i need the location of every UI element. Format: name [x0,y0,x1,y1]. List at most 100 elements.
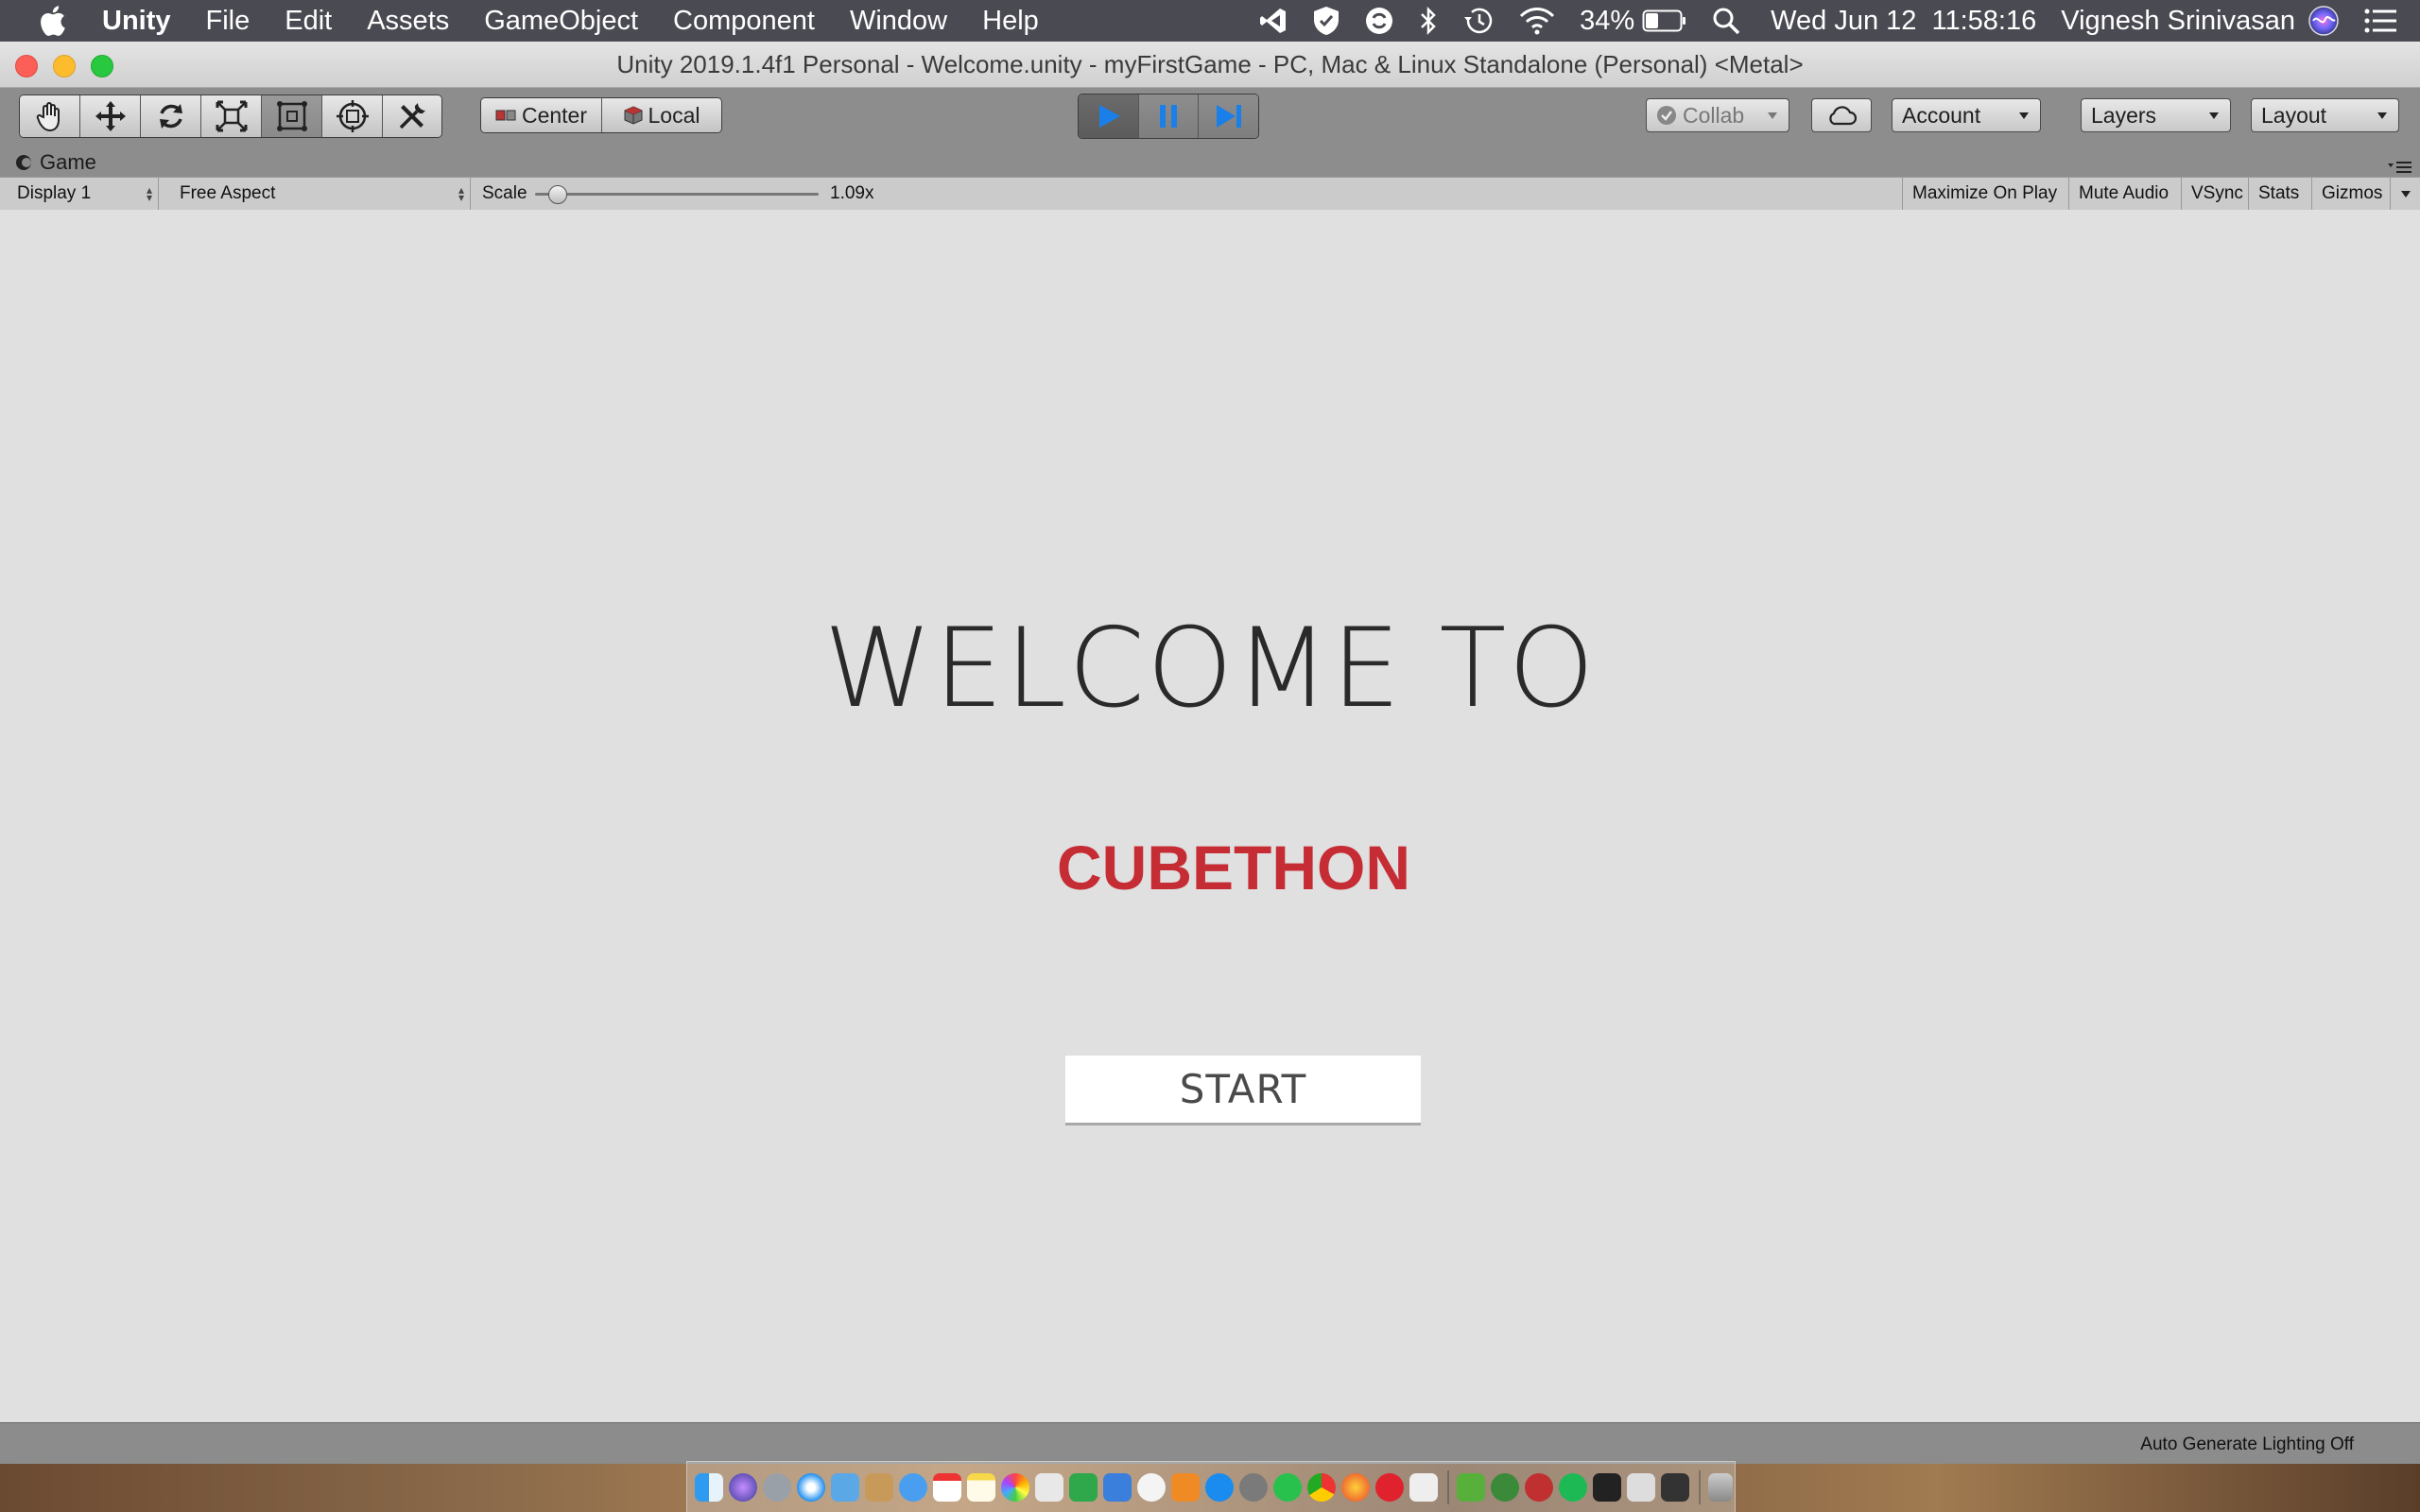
display-select[interactable]: Display 1 ▴ ▾ [8,178,159,210]
minimize-window-button[interactable] [53,55,76,77]
select-arrows-icon: ▴ ▾ [146,183,152,204]
scale-tool-button[interactable] [201,95,262,137]
siri-icon[interactable] [2308,6,2339,36]
calendar-icon[interactable] [933,1472,961,1502]
layout-label: Layout [2261,102,2327,128]
mail-icon[interactable] [831,1472,859,1502]
rotate-icon [159,104,182,129]
pivot-toggles: Center Local [480,97,722,133]
trash-icon[interactable] [1708,1472,1733,1502]
app-store-icon[interactable] [1205,1472,1234,1502]
keynote-icon[interactable] [1103,1472,1132,1502]
pause-button[interactable] [1139,94,1199,138]
wifi-icon[interactable] [1519,7,1555,35]
start-button[interactable]: START [1065,1056,1421,1125]
close-window-button[interactable] [15,55,38,77]
account-dropdown[interactable]: Account [1892,98,2041,132]
utorrent-icon[interactable] [1457,1472,1485,1502]
settings-gear-icon[interactable] [1525,1472,1553,1502]
messages-icon[interactable] [899,1472,927,1502]
mute-audio-toggle[interactable]: Mute Audio [2068,178,2178,210]
terminal-icon[interactable] [1593,1472,1621,1502]
menu-window[interactable]: Window [850,6,947,37]
whatsapp-icon[interactable] [1273,1472,1302,1502]
lighting-status[interactable]: Auto Generate Lighting Off [2140,1435,2354,1455]
gizmos-dropdown[interactable] [2390,178,2420,210]
tab-game[interactable]: Game [15,150,96,175]
spotify-icon[interactable] [1559,1472,1587,1502]
finder-icon[interactable] [695,1472,723,1502]
collab-dropdown[interactable]: Collab [1646,98,1789,132]
vscode-status-icon[interactable] [1258,6,1288,36]
custom-tool-button[interactable] [383,95,441,137]
status-bar: Auto Generate Lighting Off [0,1422,2420,1465]
safari-icon[interactable] [797,1472,825,1502]
stats-toggle[interactable]: Stats [2248,178,2308,210]
hand-tool-button[interactable] [20,95,80,137]
notes-icon[interactable] [967,1472,995,1502]
music-icon[interactable] [1137,1472,1166,1502]
time-machine-icon[interactable] [1462,6,1495,36]
battery-percent[interactable]: 34% [1580,6,1634,37]
numbers-icon[interactable] [1069,1472,1098,1502]
menu-file[interactable]: File [206,6,251,37]
pivot-local-toggle[interactable]: Local [602,98,721,132]
chevron-down-icon [2377,112,2387,119]
sync-status-icon[interactable] [1364,6,1394,36]
gizmos-toggle[interactable]: Gizmos [2311,178,2392,210]
chrome-icon[interactable] [1307,1472,1336,1502]
menu-component[interactable]: Component [673,6,815,37]
loading-app-icon[interactable] [1491,1472,1519,1502]
menu-assets[interactable]: Assets [367,6,449,37]
bluetooth-icon[interactable] [1419,6,1438,36]
play-button[interactable] [1079,94,1139,138]
system-preferences-icon[interactable] [1239,1472,1268,1502]
layout-dropdown[interactable]: Layout [2251,98,2399,132]
menu-gameobject[interactable]: GameObject [484,6,638,37]
firefox-icon[interactable] [1341,1472,1370,1502]
menu-help[interactable]: Help [982,6,1039,37]
aspect-select[interactable]: Free Aspect ▴ ▾ [170,178,471,210]
menu-edit[interactable]: Edit [285,6,332,37]
step-button[interactable] [1199,94,1258,138]
scale-slider-thumb[interactable] [548,185,567,204]
move-tool-button[interactable] [80,95,141,137]
launchpad-icon[interactable] [763,1472,791,1502]
unity-icon[interactable] [1661,1472,1689,1502]
pivot-center-toggle[interactable]: Center [481,98,602,132]
photos-icon[interactable] [1001,1472,1029,1502]
game-view[interactable]: WELCOME TO CUBETHON START [0,210,2420,1422]
game-title: CUBETHON [1057,833,1410,902]
clock[interactable]: Wed Jun 12 11:58:16 [1771,6,2036,37]
chevron-down-icon [2400,190,2411,198]
spotlight-search-icon[interactable] [1712,7,1740,35]
cloud-icon [1829,106,1857,126]
zoom-window-button[interactable] [91,55,113,77]
rect-tool-button[interactable] [262,95,322,137]
scale-slider[interactable] [535,178,819,210]
user-name[interactable]: Vignesh Srinivasan [2061,6,2295,37]
opera-icon[interactable] [1375,1472,1404,1502]
dock-separator [1447,1469,1449,1504]
dock-separator [1699,1469,1701,1504]
menu-unity[interactable]: Unity [102,6,171,37]
welcome-heading: WELCOME TO [823,605,1597,732]
preview-icon[interactable] [1035,1472,1063,1502]
cloud-button[interactable] [1811,98,1872,132]
notification-center-icon[interactable] [2363,8,2397,34]
transform-tool-button[interactable] [322,95,383,137]
unity-hub-icon[interactable] [1627,1472,1655,1502]
apple-icon[interactable] [38,5,66,37]
battery-icon[interactable] [1642,9,1687,33]
script-editor-icon[interactable] [1409,1472,1438,1502]
maximize-on-play-toggle[interactable]: Maximize On Play [1902,178,2066,210]
game-view-toolbar: Display 1 ▴ ▾ Free Aspect ▴ ▾ Scale 1.09x … [0,177,2420,211]
contacts-icon[interactable] [865,1472,893,1502]
rotate-tool-button[interactable] [141,95,201,137]
siri-dock-icon[interactable] [729,1472,757,1502]
vsync-toggle[interactable]: VSync [2181,178,2253,210]
books-icon[interactable] [1171,1472,1200,1502]
shield-status-icon[interactable] [1313,6,1340,36]
layers-dropdown[interactable]: Layers [2081,98,2231,132]
rect-tool-icon [276,101,307,131]
